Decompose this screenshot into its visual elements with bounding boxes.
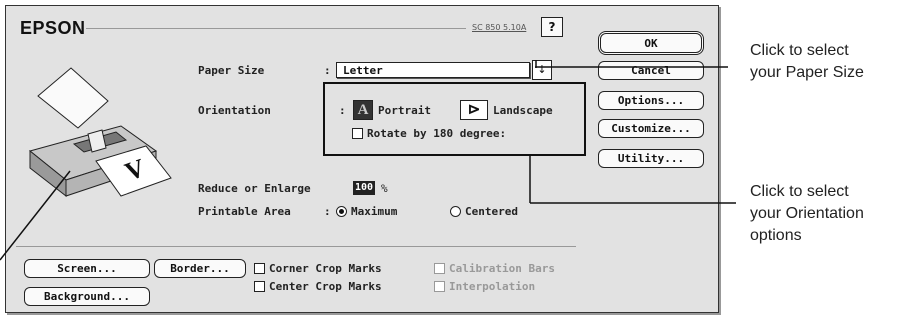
paper-size-callout-line-2: your Paper Size [750, 64, 864, 81]
orientation-callout-line-3: options [750, 227, 802, 244]
orientation-callout: Click to select your Orientation options [750, 181, 864, 247]
orientation-callout-line-2: your Orientation [750, 205, 864, 222]
paper-size-callout-line-1: Click to select [750, 42, 849, 59]
orientation-callout-line-1: Click to select [750, 183, 849, 200]
paper-size-callout: Click to select your Paper Size [750, 40, 864, 84]
